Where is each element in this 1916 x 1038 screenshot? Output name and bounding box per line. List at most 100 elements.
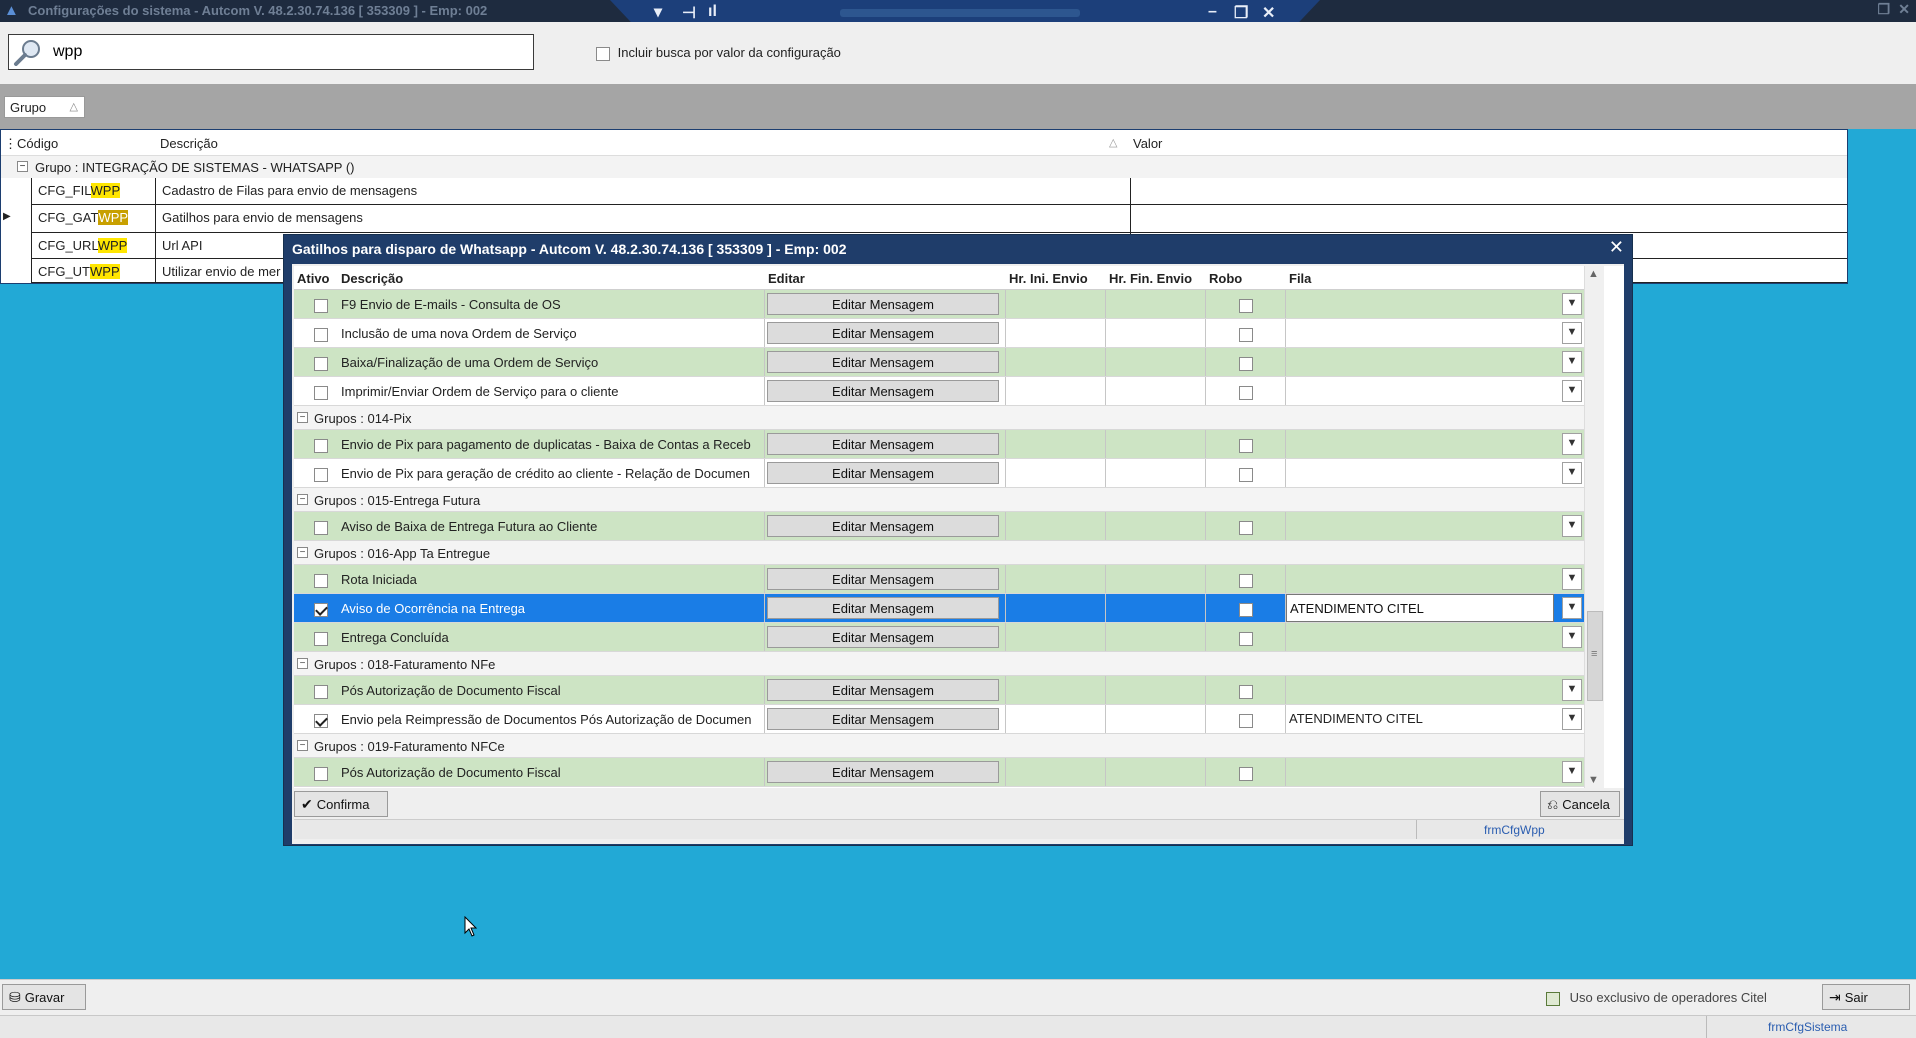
scroll-down-icon[interactable]: ▼ <box>1588 774 1599 786</box>
robo-checkbox[interactable] <box>1238 520 1253 535</box>
trigger-group-row[interactable]: − Grupos : 016-App Ta Entregue <box>294 541 1584 565</box>
robo-checkbox[interactable] <box>1238 713 1253 728</box>
robo-checkbox[interactable] <box>1238 467 1253 482</box>
fila-select[interactable] <box>1286 512 1554 540</box>
robo-checkbox[interactable] <box>1238 766 1253 781</box>
ativo-checkbox[interactable] <box>314 356 328 371</box>
grid-cell-value[interactable] <box>1131 178 1847 204</box>
exclusive-operators-option[interactable]: Uso exclusivo de operadores Citel <box>1546 990 1767 1006</box>
edit-message-button[interactable]: Editar Mensagem <box>767 515 999 537</box>
trigger-row[interactable]: Envio de Pix para geração de crédito ao … <box>294 459 1584 488</box>
exit-button[interactable]: ⇥ Sair <box>1822 984 1910 1010</box>
ativo-checkbox[interactable] <box>314 467 328 482</box>
hr-fin-cell[interactable] <box>1106 348 1206 376</box>
hr-ini-cell[interactable] <box>1006 290 1106 318</box>
hr-fin-cell[interactable] <box>1106 459 1206 487</box>
scrollbar-thumb[interactable]: ≡ <box>1587 611 1603 701</box>
edit-message-button[interactable]: Editar Mensagem <box>767 380 999 402</box>
chevron-down-icon[interactable]: ▼ <box>1562 351 1582 373</box>
header-ativo[interactable]: Ativo <box>297 271 330 286</box>
fila-select[interactable] <box>1286 430 1554 458</box>
hr-fin-cell[interactable] <box>1106 565 1206 593</box>
collapse-icon[interactable]: − <box>297 412 308 423</box>
ativo-checkbox[interactable] <box>314 573 328 588</box>
restore-icon[interactable]: ❐ <box>1234 3 1248 23</box>
trigger-row[interactable]: Envio pela Reimpressão de Documentos Pós… <box>294 705 1584 734</box>
chevron-down-icon[interactable]: ▼ <box>1562 322 1582 344</box>
header-value[interactable]: Valor <box>1133 136 1162 151</box>
ativo-checkbox[interactable] <box>314 385 328 400</box>
trigger-row[interactable]: Pós Autorização de Documento Fiscal Edita… <box>294 758 1584 787</box>
chevron-down-icon[interactable]: ▼ <box>1562 380 1582 402</box>
robo-checkbox[interactable] <box>1238 438 1253 453</box>
robo-checkbox[interactable] <box>1238 385 1253 400</box>
group-chip[interactable]: Grupo △ <box>4 96 85 118</box>
hr-fin-cell[interactable] <box>1106 377 1206 405</box>
robo-checkbox[interactable] <box>1238 631 1253 646</box>
pin-icon[interactable]: ⊣ <box>682 3 696 23</box>
hr-ini-cell[interactable] <box>1006 512 1106 540</box>
chevron-down-icon[interactable]: ▾ <box>654 2 662 22</box>
chevron-down-icon[interactable]: ▼ <box>1562 626 1582 648</box>
vertical-scrollbar[interactable]: ▲ ≡ ▼ <box>1584 266 1604 788</box>
edit-message-button[interactable]: Editar Mensagem <box>767 433 999 455</box>
fila-select[interactable] <box>1286 348 1554 376</box>
hr-fin-cell[interactable] <box>1106 594 1206 622</box>
robo-checkbox[interactable] <box>1238 602 1253 617</box>
collapse-icon[interactable]: − <box>297 494 308 505</box>
header-editar[interactable]: Editar <box>768 271 805 286</box>
hr-ini-cell[interactable] <box>1006 594 1106 622</box>
grid-row[interactable]: CFG_GATWPP Gatilhos para envio de mensage… <box>3 205 1847 233</box>
exclusive-operators-checkbox[interactable] <box>1546 991 1560 1006</box>
header-robo[interactable]: Robo <box>1209 271 1242 286</box>
trigger-group-row[interactable]: − Grupos : 019-Faturamento NFCe <box>294 734 1584 758</box>
fila-select[interactable] <box>1286 758 1554 786</box>
trigger-row[interactable]: F9 Envio de E-mails - Consulta de OS Edit… <box>294 290 1584 319</box>
include-value-search[interactable]: Incluir busca por valor da configuração <box>596 45 841 61</box>
close-icon[interactable]: ✕ <box>1262 3 1275 23</box>
column-chooser-icon[interactable]: ⋮ <box>4 136 17 152</box>
save-button[interactable]: ⛁ Gravar <box>2 984 86 1010</box>
header-hr-fin[interactable]: Hr. Fin. Envio <box>1109 271 1192 286</box>
edit-message-button[interactable]: Editar Mensagem <box>767 708 999 730</box>
chevron-down-icon[interactable]: ▼ <box>1562 597 1582 619</box>
ativo-checkbox[interactable] <box>314 631 328 646</box>
fila-select[interactable] <box>1286 623 1554 651</box>
robo-checkbox[interactable] <box>1238 356 1253 371</box>
collapse-icon[interactable]: − <box>297 547 308 558</box>
include-value-checkbox[interactable] <box>596 46 610 61</box>
hr-ini-cell[interactable] <box>1006 758 1106 786</box>
header-code[interactable]: Código <box>17 136 58 151</box>
chevron-down-icon[interactable]: ▼ <box>1562 462 1582 484</box>
trigger-row[interactable]: Envio de Pix para pagamento de duplicata… <box>294 430 1584 459</box>
edit-message-button[interactable]: Editar Mensagem <box>767 351 999 373</box>
ativo-checkbox[interactable] <box>314 684 328 699</box>
hr-fin-cell[interactable] <box>1106 430 1206 458</box>
fila-select[interactable] <box>1286 676 1554 704</box>
hr-ini-cell[interactable] <box>1006 319 1106 347</box>
robo-checkbox[interactable] <box>1238 327 1253 342</box>
fila-select[interactable] <box>1286 459 1554 487</box>
trigger-group-row[interactable]: − Grupos : 014-Pix <box>294 406 1584 430</box>
chevron-down-icon[interactable]: ▼ <box>1562 433 1582 455</box>
ativo-checkbox[interactable] <box>314 520 328 535</box>
trigger-row[interactable]: Imprimir/Enviar Ordem de Serviço para o … <box>294 377 1584 406</box>
grid-group-row[interactable]: − Grupo : INTEGRAÇÃO DE SISTEMAS - WHATS… <box>1 156 1847 178</box>
hr-ini-cell[interactable] <box>1006 459 1106 487</box>
fila-select[interactable] <box>1286 319 1554 347</box>
header-fila[interactable]: Fila <box>1289 271 1311 286</box>
hr-fin-cell[interactable] <box>1106 705 1206 733</box>
edit-message-button[interactable]: Editar Mensagem <box>767 761 999 783</box>
edit-message-button[interactable]: Editar Mensagem <box>767 626 999 648</box>
hr-ini-cell[interactable] <box>1006 623 1106 651</box>
robo-checkbox[interactable] <box>1238 573 1253 588</box>
ativo-checkbox[interactable] <box>314 602 328 617</box>
fila-select[interactable] <box>1286 377 1554 405</box>
trigger-group-row[interactable]: − Grupos : 015-Entrega Futura <box>294 488 1584 512</box>
grid-cell-value[interactable] <box>1131 205 1847 232</box>
collapse-icon[interactable]: − <box>297 740 308 751</box>
hr-fin-cell[interactable] <box>1106 676 1206 704</box>
trigger-row[interactable]: Inclusão de uma nova Ordem de Serviço Edi… <box>294 319 1584 348</box>
hr-ini-cell[interactable] <box>1006 676 1106 704</box>
header-hr-ini[interactable]: Hr. Ini. Envio <box>1009 271 1088 286</box>
